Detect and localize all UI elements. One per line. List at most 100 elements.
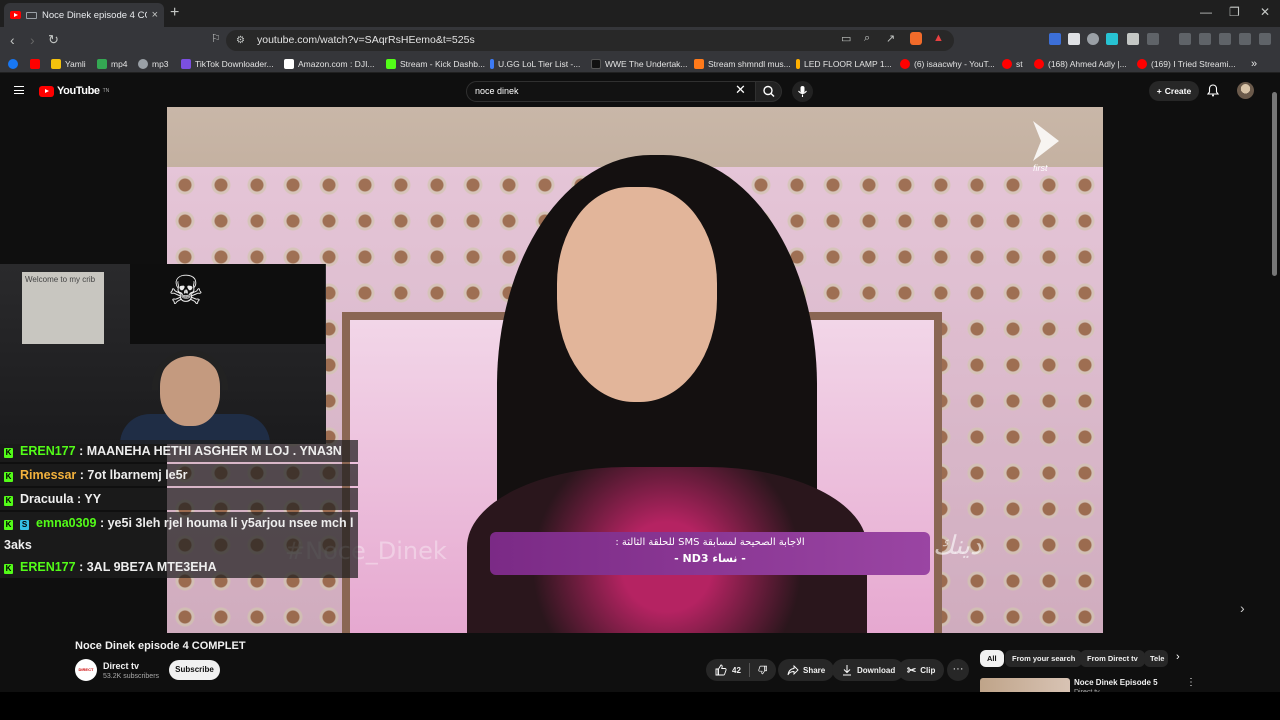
brave-rewards-icon[interactable]: ▲ (933, 32, 944, 44)
brave-shield-icon[interactable] (910, 32, 922, 45)
bookmark-label: Amazon.com : DJI... (298, 58, 375, 69)
recommendation-title[interactable]: Noce Dinek Episode 5 (1074, 678, 1158, 687)
download-label: Download (857, 665, 896, 675)
forward-icon[interactable]: › (30, 32, 35, 48)
plus-icon: + (1156, 86, 1162, 96)
bookmark-item[interactable]: LED FLOOR LAMP 1... (796, 56, 892, 71)
chip-all[interactable]: All (980, 650, 1004, 667)
bookmark-icon[interactable]: ⚐ (211, 32, 221, 45)
bookmark-youtube[interactable] (30, 56, 40, 71)
bookmark-label: Yamli (65, 58, 86, 69)
extension-icon[interactable] (1106, 33, 1118, 45)
recommendation-thumbnail[interactable] (980, 678, 1070, 692)
extension-icon[interactable] (1049, 33, 1061, 45)
chip-tele[interactable]: Tele (1144, 650, 1168, 667)
bookmark-facebook[interactable] (8, 56, 18, 71)
new-tab-icon[interactable]: + (170, 4, 179, 22)
clip-button[interactable]: ✂ Clip (898, 659, 945, 681)
bookmark-item[interactable]: Amazon.com : DJI... (284, 56, 375, 71)
show-logo-text: دينك (933, 531, 982, 561)
browser-tab[interactable]: Noce Dinek episode 4 COMPL × (4, 3, 164, 27)
bookmark-item[interactable]: U.GG LoL Tier List -... (490, 56, 580, 71)
lamp-icon (796, 58, 800, 69)
notifications-bell-icon[interactable] (1207, 84, 1219, 97)
more-bookmarks-icon[interactable]: » (1251, 56, 1257, 71)
more-actions-button[interactable]: ··· (947, 659, 969, 681)
restore-window-icon[interactable]: ❐ (1229, 5, 1240, 19)
chat-username: Rimessar (20, 468, 77, 482)
bookmark-item[interactable]: mp3 (138, 56, 169, 71)
zoom-icon[interactable]: ⌕ (864, 32, 870, 45)
bookmark-label: st (1016, 58, 1023, 69)
scissors-icon: ✂ (907, 664, 917, 677)
youtube-icon (1034, 58, 1044, 69)
extension-icon[interactable] (1068, 33, 1080, 45)
extension-icon[interactable] (1147, 33, 1159, 45)
kick-badge-icon: K (4, 472, 13, 482)
minimize-window-icon[interactable]: — (1200, 5, 1212, 19)
bookmark-label: Stream - Kick Dashb... (400, 58, 486, 69)
chevron-right-icon[interactable]: › (1176, 651, 1180, 663)
bookmark-item[interactable]: Yamli (51, 56, 86, 71)
share-page-icon[interactable]: ↗ (886, 32, 895, 45)
bookmark-label: mp3 (152, 58, 169, 69)
clip-label: Clip (920, 665, 936, 675)
download-icon (843, 665, 851, 676)
bookmark-item[interactable]: (6) isaacwhy - YouT... (900, 56, 995, 71)
search-input[interactable]: noce dinek (466, 81, 756, 102)
browser-tab-bar: Noce Dinek episode 4 COMPL × + — ❐ ✕ (0, 0, 1280, 27)
chip-from-channel[interactable]: From Direct tv (1080, 650, 1145, 667)
recommendation-menu-icon[interactable]: ⋮ (1186, 677, 1196, 688)
shield-icon[interactable] (1087, 33, 1099, 45)
leo-icon[interactable] (1239, 33, 1251, 45)
skull-icon: ☠ (168, 269, 204, 313)
youtube-logo[interactable]: YouTube TN (39, 85, 109, 97)
close-tab-icon[interactable]: × (152, 9, 158, 21)
close-window-icon[interactable]: ✕ (1260, 5, 1270, 19)
bookmark-item[interactable]: mp4 (97, 56, 128, 71)
subscriber-count: 53.2K subscribers (103, 673, 160, 680)
kick-badge-icon: K (4, 520, 13, 530)
page-scrollbar[interactable] (1272, 92, 1277, 276)
sidebar-icon[interactable] (1199, 33, 1211, 45)
search-button[interactable] (756, 81, 782, 102)
download-icon (97, 58, 107, 69)
menu-icon[interactable] (1259, 33, 1271, 45)
subscribe-button[interactable]: Subscribe (169, 660, 220, 680)
clear-search-icon[interactable]: ✕ (735, 82, 746, 98)
wallet-icon[interactable] (1219, 33, 1231, 45)
chat-username: EREN177 (20, 560, 76, 574)
reload-icon[interactable]: ↻ (48, 32, 59, 48)
share-button[interactable]: Share (778, 659, 835, 681)
channel-avatar[interactable]: DIRECT (75, 659, 97, 681)
create-button[interactable]: + Create (1149, 81, 1199, 101)
media-control-icon[interactable] (1179, 33, 1191, 45)
bookmark-item[interactable]: Stream shmndl mus... (694, 56, 791, 71)
youtube-icon (900, 58, 910, 69)
bookmark-item[interactable]: (168) Ahmed Adly |... (1034, 56, 1127, 71)
music-icon (138, 58, 148, 69)
like-button[interactable]: 42 (715, 664, 741, 676)
ugg-icon (490, 58, 494, 69)
account-avatar[interactable] (1237, 82, 1254, 99)
bookmark-item[interactable]: st (1002, 56, 1023, 71)
bookmark-item[interactable]: Stream - Kick Dashb... (386, 56, 485, 71)
voice-search-button[interactable] (792, 81, 813, 102)
site-settings-icon[interactable]: ⚙ (236, 30, 245, 51)
thumbs-down-icon[interactable] (758, 664, 767, 676)
bookmark-item[interactable]: WWE The Undertak... (591, 56, 688, 71)
wall-sign-text: Welcome to my crib (25, 275, 96, 284)
amazon-icon (284, 58, 294, 69)
headset-icon (152, 350, 228, 390)
back-icon[interactable]: ‹ (10, 32, 15, 48)
cast-icon[interactable]: ▭ (841, 32, 851, 45)
channel-name[interactable]: Direct tv (103, 661, 139, 671)
hamburger-menu-icon[interactable] (14, 86, 24, 94)
download-button[interactable]: Download (832, 659, 905, 681)
bookmark-item[interactable]: TikTok Downloader... (181, 56, 274, 71)
bookmark-item[interactable]: (169) I Tried Streami... (1137, 56, 1236, 71)
channel-watermark-text: first (1033, 163, 1048, 173)
chip-from-your-search[interactable]: From your search (1005, 650, 1083, 667)
puzzle-icon[interactable] (1127, 33, 1139, 45)
next-video-icon[interactable]: › (1240, 600, 1245, 616)
